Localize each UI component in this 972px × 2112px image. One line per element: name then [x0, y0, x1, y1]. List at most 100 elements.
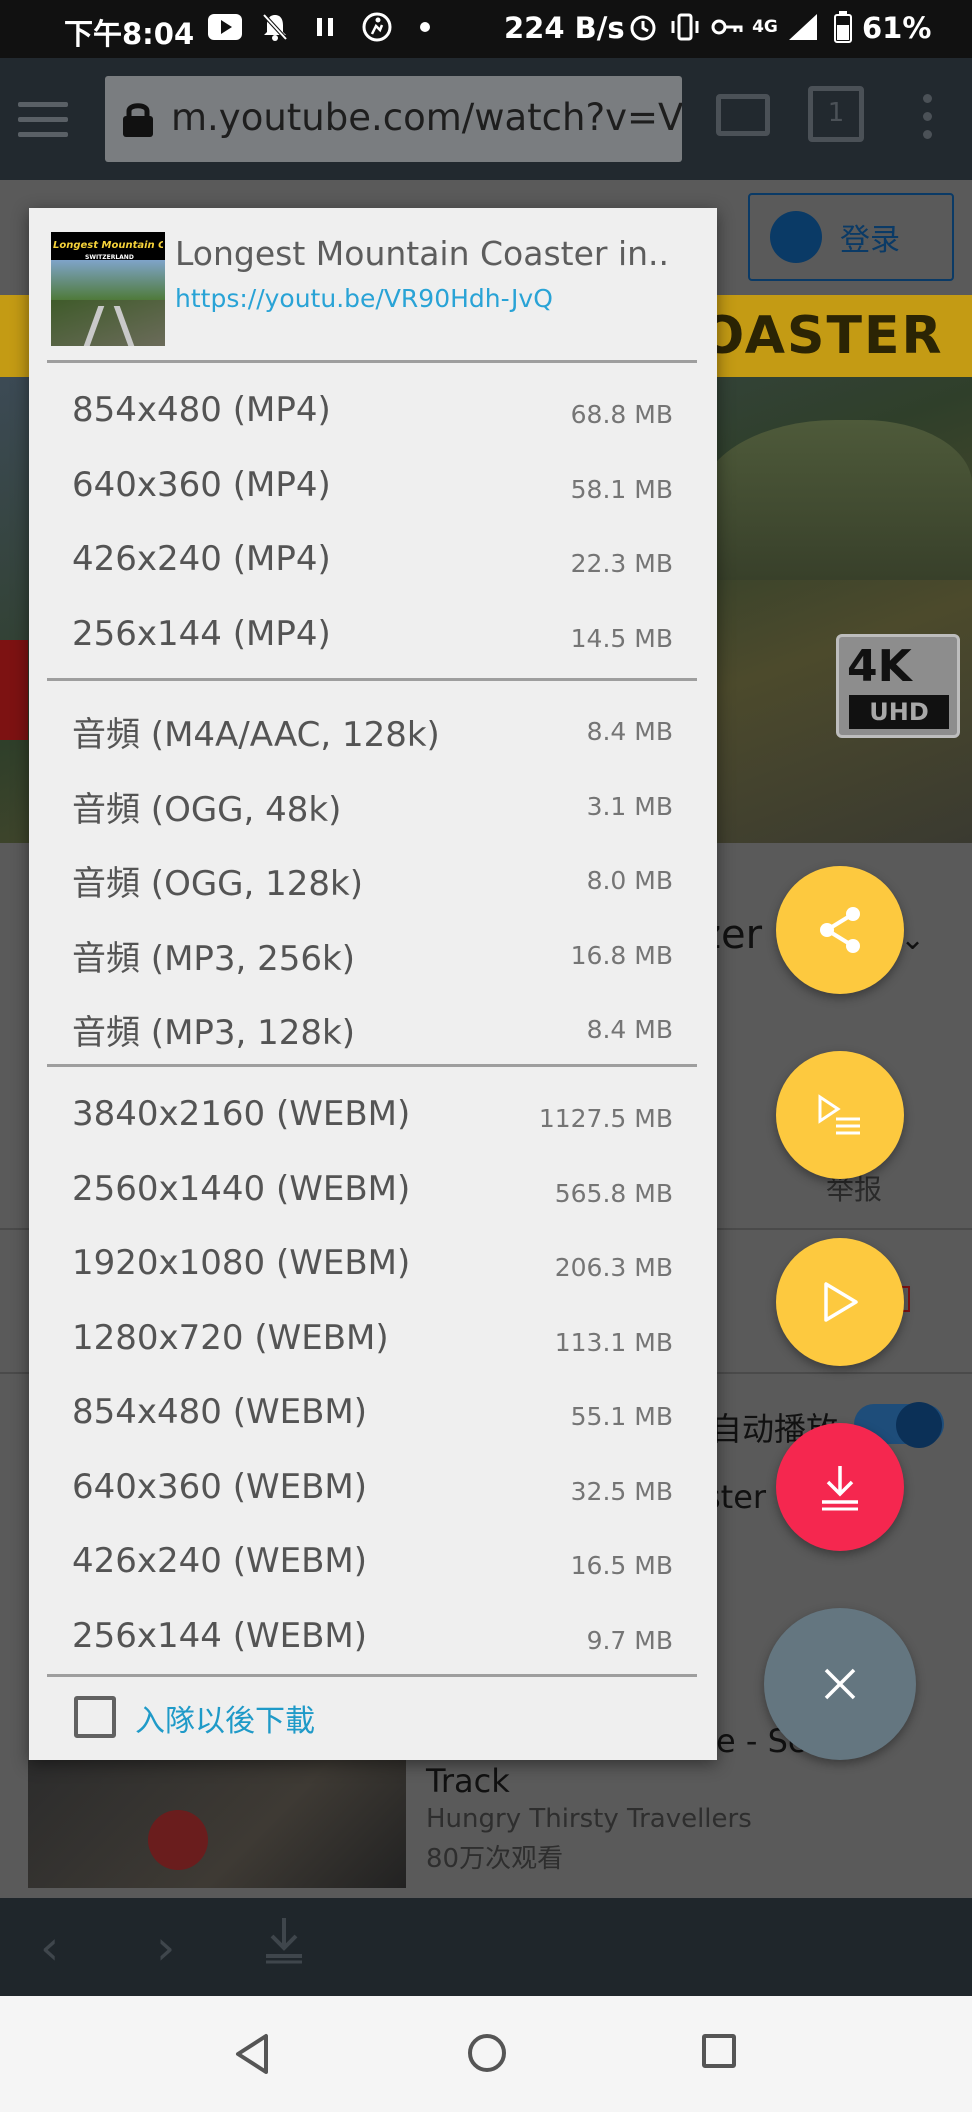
section-divider	[47, 1064, 697, 1067]
format-size: 1127.5 MB	[538, 1104, 673, 1133]
add-to-playlist-button[interactable]	[776, 1051, 904, 1179]
add-to-playlist-icon	[818, 1094, 860, 1135]
forward-icon[interactable]: ›	[156, 1920, 175, 1976]
status-time: 下午8:04	[64, 17, 195, 51]
uhd-badge: 4K UHD	[836, 634, 960, 738]
section-divider	[47, 360, 697, 363]
format-option[interactable]: 1280x720 (WEBM) 113.1 MB	[29, 1304, 717, 1378]
format-label: 3840x2160 (WEBM)	[72, 1094, 411, 1134]
format-size: 14.5 MB	[570, 623, 673, 653]
video-flag	[0, 640, 28, 740]
download-tray-icon[interactable]	[262, 1914, 306, 1978]
format-size: 55.1 MB	[570, 1402, 673, 1431]
nav-recents-icon[interactable]	[702, 2034, 736, 2068]
section-divider	[47, 1674, 697, 1677]
lock-icon	[123, 103, 153, 137]
format-option[interactable]: 256x144 (MP4) 14.5 MB	[29, 600, 717, 674]
format-size: 565.8 MB	[554, 1178, 673, 1208]
youtube-notification-icon	[208, 10, 242, 44]
format-size: 9.7 MB	[586, 1625, 673, 1655]
format-size: 113.1 MB	[554, 1327, 673, 1357]
format-option[interactable]: 1920x1080 (WEBM) 206.3 MB	[29, 1229, 717, 1303]
format-option[interactable]: 音頻 (OGG, 128k) 8.0 MB	[29, 842, 717, 916]
signal-icon	[786, 10, 820, 44]
tab-switcher-icon[interactable]: 1	[808, 86, 864, 142]
format-option[interactable]: 640x360 (WEBM) 32.5 MB	[29, 1453, 717, 1527]
format-label: 640x360 (MP4)	[72, 464, 331, 505]
format-label: 640x360 (WEBM)	[72, 1466, 368, 1507]
format-size: 8.4 MB	[586, 1015, 673, 1044]
format-size: 58.1 MB	[570, 474, 673, 504]
related-video-thumbnail[interactable]	[28, 1760, 406, 1888]
queue-checkbox[interactable]	[74, 1696, 116, 1738]
login-label: 登录	[840, 223, 900, 258]
badge-4k-text: 4K	[847, 641, 912, 692]
muted-bell-icon	[258, 10, 292, 44]
format-size: 68.8 MB	[570, 400, 673, 429]
nav-back-icon[interactable]	[232, 2032, 272, 2076]
format-option[interactable]: 音頻 (OGG, 48k) 3.1 MB	[29, 768, 717, 842]
vpn-key-icon	[710, 10, 744, 44]
format-option[interactable]: 2560x1440 (WEBM) 565.8 MB	[29, 1155, 717, 1229]
video-title: Longest Mountain Coaster in..	[175, 234, 670, 273]
format-option[interactable]: 426x240 (MP4) 22.3 MB	[29, 525, 717, 599]
play-button[interactable]	[776, 1238, 904, 1366]
vibrate-icon	[668, 10, 702, 44]
more-options-icon[interactable]	[920, 94, 934, 146]
format-size: 22.3 MB	[570, 549, 673, 578]
related-video-channel: Hungry Thirsty Travellers	[426, 1804, 752, 1834]
network-type: 4G	[752, 17, 778, 37]
thumbnail-logo-sub: SWITZERLAND	[85, 254, 134, 261]
url-text: m.youtube.com/watch?v=VR90Hdh-JvQ	[171, 96, 682, 139]
format-label: 2560x1440 (WEBM)	[72, 1168, 411, 1209]
format-label: 854x480 (WEBM)	[72, 1392, 368, 1432]
format-size: 32.5 MB	[570, 1476, 673, 1506]
alarm-icon	[626, 10, 660, 44]
browser-bottom-toolbar: ‹ ›	[0, 1898, 972, 1996]
format-label: 256x144 (WEBM)	[72, 1615, 368, 1656]
dot-icon	[408, 10, 442, 44]
share-button[interactable]	[776, 866, 904, 994]
format-size: 16.5 MB	[570, 1551, 673, 1580]
format-option[interactable]: 640x360 (MP4) 58.1 MB	[29, 451, 717, 525]
video-scenery	[700, 420, 972, 580]
address-bar[interactable]: m.youtube.com/watch?v=VR90Hdh-JvQ	[105, 76, 682, 162]
format-size: 8.4 MB	[586, 717, 673, 746]
download-button[interactable]	[776, 1423, 904, 1551]
video-url[interactable]: https://youtu.be/VR90Hdh-JvQ	[175, 284, 553, 313]
section-divider	[47, 678, 697, 681]
queue-checkbox-label[interactable]: 入隊以後下載	[135, 1696, 315, 1740]
format-label: 426x240 (MP4)	[72, 539, 331, 579]
format-size: 3.1 MB	[586, 791, 673, 821]
menu-icon[interactable]	[18, 102, 68, 138]
nav-home-icon[interactable]	[468, 2034, 506, 2072]
browser-toolbar: m.youtube.com/watch?v=VR90Hdh-JvQ 1	[0, 58, 972, 180]
back-icon[interactable]: ‹	[40, 1920, 59, 1976]
video-thumbnail: Longest Mountain Coaster SWITZERLAND	[51, 232, 165, 346]
format-label: 音頻 (OGG, 48k)	[72, 789, 342, 830]
format-option[interactable]: 426x240 (WEBM) 16.5 MB	[29, 1527, 717, 1601]
format-option[interactable]: 854x480 (WEBM) 55.1 MB	[29, 1378, 717, 1452]
related-video-title[interactable]: Track	[426, 1762, 510, 1800]
battery-percent: 61%	[862, 11, 932, 45]
format-label: 1280x720 (WEBM)	[72, 1317, 389, 1358]
download-dialog: Longest Mountain Coaster SWITZERLAND Lon…	[29, 208, 717, 1760]
related-video-views: 80万次观看	[426, 1844, 564, 1874]
network-speed: 224 B/s	[504, 11, 625, 45]
share-icon	[820, 907, 860, 953]
status-bar: 下午8:04 224 B/s 4G 61%	[0, 0, 972, 58]
format-option[interactable]: 音頻 (MP3, 128k) 8.4 MB	[29, 991, 717, 1065]
format-size: 206.3 MB	[554, 1253, 673, 1282]
format-option[interactable]: 854x480 (MP4) 68.8 MB	[29, 376, 717, 450]
queue-download-option[interactable]: 入隊以後下載	[29, 1684, 717, 1750]
battery-icon	[826, 10, 860, 44]
close-button[interactable]	[764, 1608, 916, 1760]
format-option[interactable]: 256x144 (WEBM) 9.7 MB	[29, 1602, 717, 1676]
format-option[interactable]: 3840x2160 (WEBM) 1127.5 MB	[29, 1080, 717, 1154]
banner-text: OASTER	[700, 306, 944, 366]
login-button[interactable]: 登录	[748, 193, 954, 281]
format-option[interactable]: 音頻 (MP3, 256k) 16.8 MB	[29, 917, 717, 991]
format-option[interactable]: 音頻 (M4A/AAC, 128k) 8.4 MB	[29, 693, 717, 767]
cast-icon[interactable]	[716, 94, 770, 136]
format-size: 16.8 MB	[570, 940, 673, 970]
